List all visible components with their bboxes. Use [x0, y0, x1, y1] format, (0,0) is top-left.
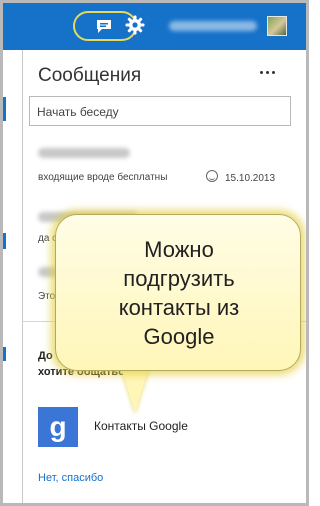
conversation-item[interactable]: входящие вроде бесплатны [23, 142, 306, 194]
more-options-button[interactable] [259, 64, 279, 80]
callout-text: Можно подгрузить контакты из Google [56, 235, 302, 351]
google-contacts-button[interactable]: g Контакты Google [38, 407, 282, 447]
contact-name-blurred [38, 148, 130, 158]
user-name-blurred[interactable] [169, 21, 257, 31]
google-logo-icon: g [38, 407, 78, 447]
start-conversation-input[interactable]: Начать беседу [29, 96, 291, 126]
avatar[interactable] [267, 16, 287, 36]
google-contacts-label: Контакты Google [94, 419, 188, 433]
background-page-strip [3, 50, 22, 503]
callout-line: контакты из [118, 295, 240, 320]
conversation-preview: входящие вроде бесплатны [38, 172, 168, 183]
left-accent-mark [3, 97, 6, 121]
smiley-icon [206, 170, 218, 182]
conversation-preview: Это [38, 291, 56, 302]
tooltip-callout: Можно подгрузить контакты из Google [55, 214, 301, 371]
callout-line: подгрузить [123, 266, 235, 291]
left-accent-mark [3, 233, 6, 249]
no-thanks-link[interactable]: Нет, спасибо [38, 472, 103, 484]
dot-icon [272, 71, 275, 74]
callout-line: Можно [144, 237, 214, 262]
dot-icon [266, 71, 269, 74]
gear-icon[interactable] [125, 15, 145, 35]
callout-tail [121, 368, 149, 412]
dot-icon [260, 71, 263, 74]
window-frame: Сообщения Начать беседу входящие вроде б… [0, 0, 309, 506]
top-bar [3, 3, 306, 50]
callout-line: Google [143, 324, 215, 349]
left-accent-mark [3, 347, 6, 361]
conversation-date: 15.10.2013 [225, 173, 276, 184]
panel-title: Сообщения [38, 65, 142, 86]
chat-bubble-icon [97, 20, 111, 33]
